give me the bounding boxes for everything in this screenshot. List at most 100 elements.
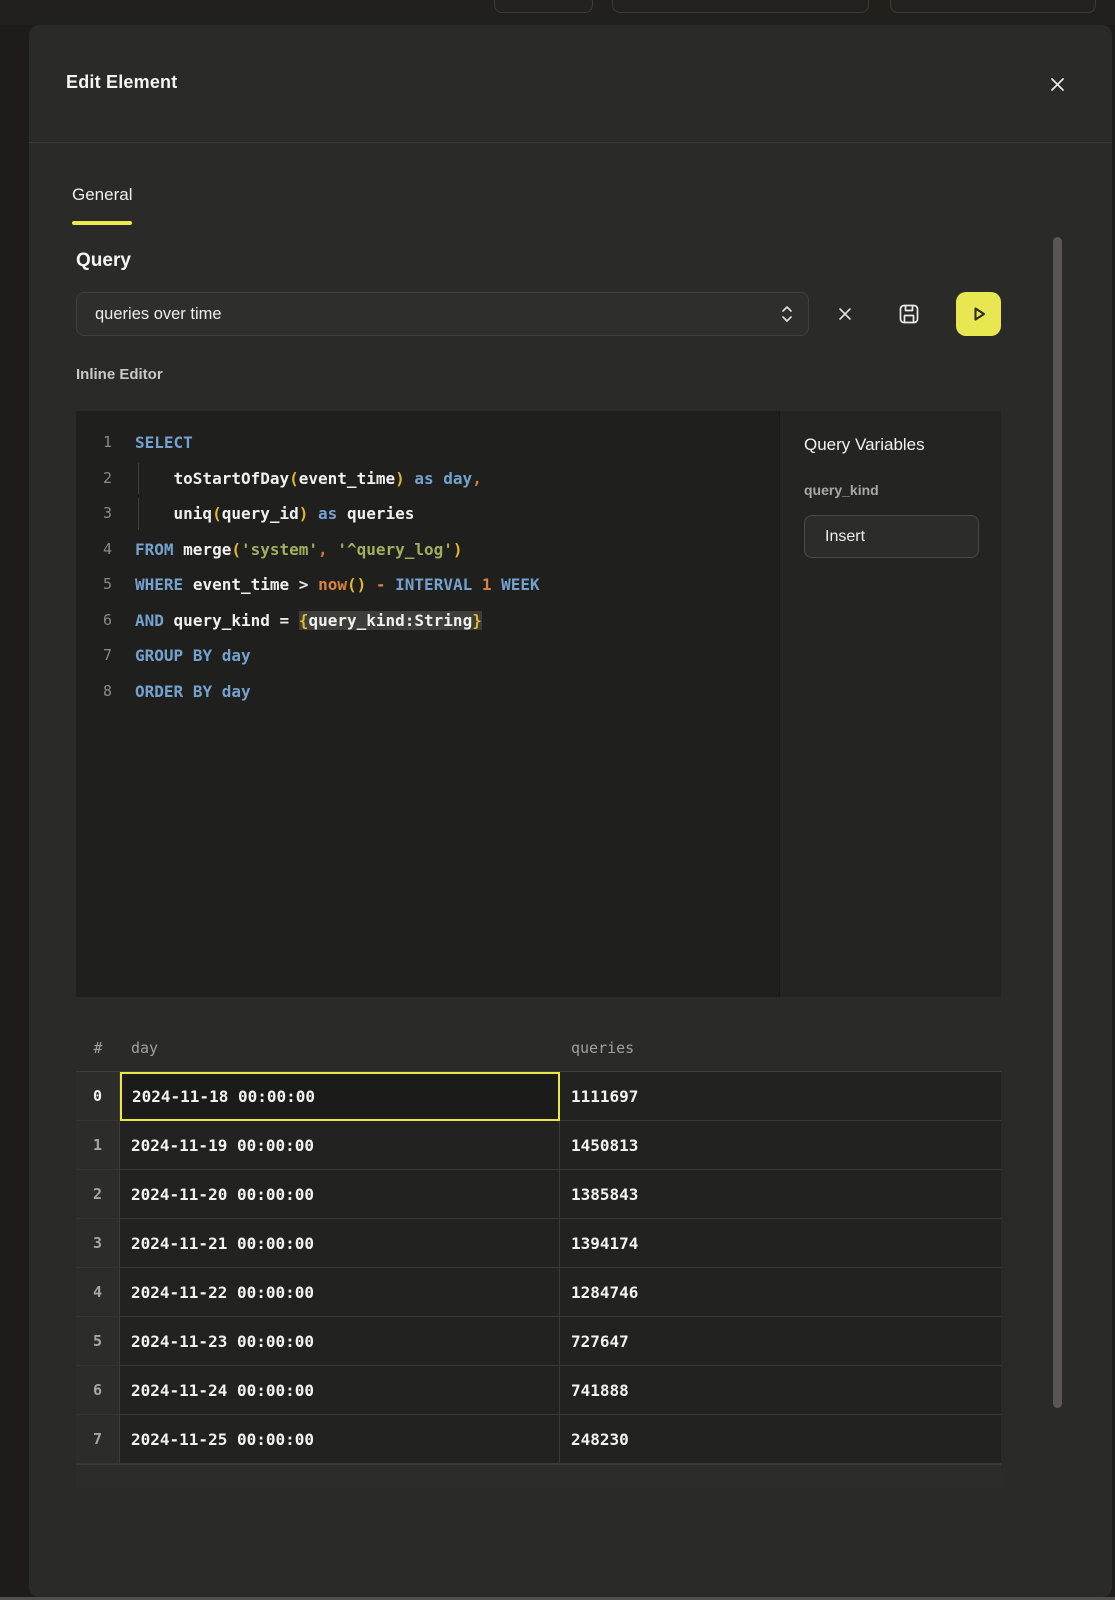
indent-guide (138, 463, 139, 495)
tab-active-underline (72, 221, 132, 225)
row-index-cell[interactable]: 0 (76, 1072, 120, 1121)
queries-cell[interactable]: 1394174 (560, 1219, 1001, 1268)
modal-title: Edit Element (66, 72, 177, 93)
queries-cell[interactable]: 1111697 (560, 1072, 1001, 1121)
table-row: 02024-11-18 00:00:001111697 (76, 1072, 1001, 1121)
insert-variable-label: Insert (825, 528, 865, 546)
editor-lines: 1SELECT2 toStartOfDay(event_time) as day… (76, 425, 779, 709)
clear-icon (838, 307, 852, 321)
results-table-body: 02024-11-18 00:00:00111169712024-11-19 0… (76, 1072, 1001, 1464)
close-button[interactable] (1047, 74, 1067, 94)
table-row: 32024-11-21 00:00:001394174 (76, 1219, 1001, 1268)
table-row: 72024-11-25 00:00:00248230 (76, 1415, 1001, 1464)
code-text: GROUP BY day (135, 638, 251, 674)
day-cell[interactable]: 2024-11-24 00:00:00 (120, 1366, 560, 1415)
day-cell[interactable]: 2024-11-22 00:00:00 (120, 1268, 560, 1317)
line-number: 1 (76, 425, 112, 461)
code-text: ORDER BY day (135, 674, 251, 710)
play-icon (969, 304, 989, 324)
column-header-index: # (76, 1024, 120, 1071)
edit-element-modal: Edit Element General Query queries over … (29, 25, 1112, 1597)
day-cell[interactable]: 2024-11-20 00:00:00 (120, 1170, 560, 1219)
insert-variable-button[interactable]: Insert (804, 515, 979, 558)
results-table: # day queries 02024-11-18 00:00:00111169… (76, 1024, 1001, 1488)
row-index-cell[interactable]: 5 (76, 1317, 120, 1366)
line-number: 3 (76, 496, 112, 532)
editor-line[interactable]: 4 FROM merge('system', '^query_log') (76, 532, 779, 568)
code-text: WHERE event_time > now() - INTERVAL 1 WE… (135, 567, 540, 603)
query-variables-panel: Query Variables query_kind Insert (779, 411, 1001, 997)
table-row: 52024-11-23 00:00:00727647 (76, 1317, 1001, 1366)
line-number: 7 (76, 638, 112, 674)
clear-query-button[interactable] (831, 300, 859, 328)
line-number: 4 (76, 532, 112, 568)
modal-header: Edit Element (29, 25, 1112, 143)
queries-cell[interactable]: 1385843 (560, 1170, 1001, 1219)
query-select-value: queries over time (95, 305, 780, 324)
inline-editor-label: Inline Editor (76, 366, 1001, 383)
editor-line[interactable]: 5 WHERE event_time > now() - INTERVAL 1 W… (76, 567, 779, 603)
row-index-cell[interactable]: 6 (76, 1366, 120, 1415)
column-header-queries: queries (560, 1024, 1001, 1071)
editor-block: 1SELECT2 toStartOfDay(event_time) as day… (76, 411, 1001, 997)
editor-line[interactable]: 2 toStartOfDay(event_time) as day, (76, 461, 779, 497)
tab-bar: General (29, 143, 1112, 225)
row-index-cell[interactable]: 2 (76, 1170, 120, 1219)
table-row: 12024-11-19 00:00:001450813 (76, 1121, 1001, 1170)
queries-cell[interactable]: 1450813 (560, 1121, 1001, 1170)
row-index-cell[interactable]: 3 (76, 1219, 120, 1268)
line-number: 2 (76, 461, 112, 497)
queries-cell[interactable]: 727647 (560, 1317, 1001, 1366)
queries-cell[interactable]: 741888 (560, 1366, 1001, 1415)
line-number: 6 (76, 603, 112, 639)
topbar-button-1[interactable] (494, 0, 593, 13)
table-row: 22024-11-20 00:00:001385843 (76, 1170, 1001, 1219)
table-row: 42024-11-22 00:00:001284746 (76, 1268, 1001, 1317)
modal-content: Query queries over time (76, 250, 1001, 1488)
column-header-day: day (120, 1024, 560, 1071)
query-toolbar: queries over time (76, 292, 1001, 337)
query-select[interactable]: queries over time (76, 292, 809, 336)
editor-line[interactable]: 7 GROUP BY day (76, 638, 779, 674)
editor-line[interactable]: 1 SELECT (76, 425, 779, 461)
row-index-cell[interactable]: 1 (76, 1121, 120, 1170)
modal-scrollbar[interactable] (1053, 237, 1062, 1408)
results-table-header: # day queries (76, 1024, 1001, 1072)
editor-line[interactable]: 3 uniq(query_id) as queries (76, 496, 779, 532)
day-cell[interactable]: 2024-11-19 00:00:00 (120, 1121, 560, 1170)
query-variable-name: query_kind (804, 482, 979, 498)
code-text: SELECT (135, 425, 193, 461)
query-variables-title: Query Variables (804, 435, 979, 455)
results-table-footer (76, 1464, 1001, 1488)
row-index-cell[interactable]: 7 (76, 1415, 120, 1464)
sql-editor[interactable]: 1SELECT2 toStartOfDay(event_time) as day… (76, 411, 779, 997)
tab-general[interactable]: General (54, 143, 150, 225)
code-text: AND query_kind = {query_kind:String} (135, 603, 482, 639)
editor-line[interactable]: 8 ORDER BY day (76, 674, 779, 710)
save-query-button[interactable] (894, 299, 924, 329)
code-text: FROM merge('system', '^query_log') (135, 532, 463, 568)
topbar-button-2[interactable] (612, 0, 869, 13)
day-cell[interactable]: 2024-11-18 00:00:00 (120, 1072, 560, 1121)
line-number: 5 (76, 567, 112, 603)
tab-general-label: General (72, 185, 132, 205)
unfold-icon (780, 304, 794, 324)
line-number: 8 (76, 674, 112, 710)
close-icon (1050, 77, 1065, 92)
queries-cell[interactable]: 1284746 (560, 1268, 1001, 1317)
day-cell[interactable]: 2024-11-21 00:00:00 (120, 1219, 560, 1268)
indent-guide (138, 498, 139, 530)
code-text: uniq(query_id) as queries (135, 496, 414, 532)
day-cell[interactable]: 2024-11-23 00:00:00 (120, 1317, 560, 1366)
editor-line[interactable]: 6 AND query_kind = {query_kind:String} (76, 603, 779, 639)
run-query-button[interactable] (956, 292, 1001, 336)
row-index-cell[interactable]: 4 (76, 1268, 120, 1317)
code-text: toStartOfDay(event_time) as day, (135, 461, 482, 497)
topbar-button-3[interactable] (890, 0, 1096, 13)
save-icon (897, 302, 921, 326)
day-cell[interactable]: 2024-11-25 00:00:00 (120, 1415, 560, 1464)
top-bar (0, 0, 1115, 25)
table-row: 62024-11-24 00:00:00741888 (76, 1366, 1001, 1415)
queries-cell[interactable]: 248230 (560, 1415, 1001, 1464)
query-section-heading: Query (76, 250, 1001, 272)
